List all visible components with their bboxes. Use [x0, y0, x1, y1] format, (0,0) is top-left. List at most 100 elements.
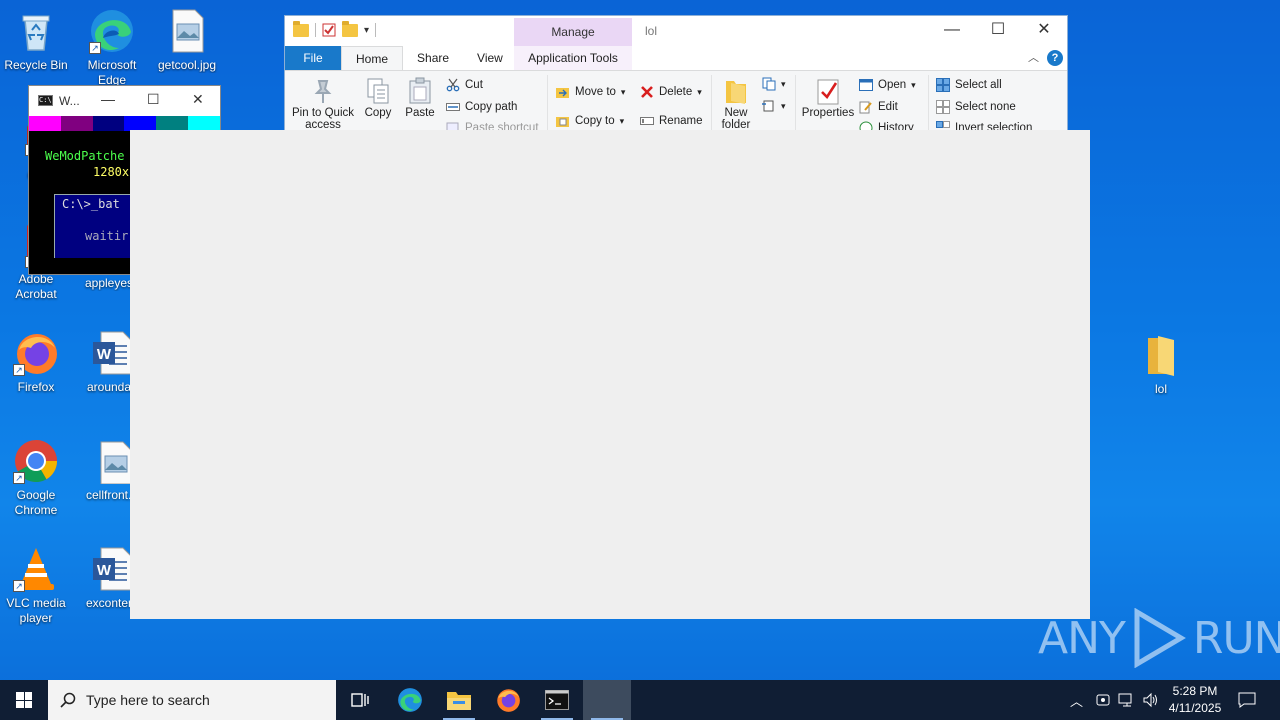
help-icon[interactable]: ?: [1047, 50, 1063, 66]
action-center-button[interactable]: [1238, 680, 1256, 720]
desktop-icon-firefox[interactable]: ↗ Firefox: [0, 330, 72, 395]
taskbar-active-window-button[interactable]: [583, 680, 631, 720]
cmd-title: W...: [59, 94, 80, 108]
taskbar-cmd-button[interactable]: [533, 680, 581, 720]
select-all-button[interactable]: Select all: [936, 78, 1002, 92]
taskbar-clock[interactable]: 5:28 PM 4/11/2025: [1160, 683, 1230, 717]
taskbar-edge-button[interactable]: [386, 680, 434, 720]
copy-to-label: Copy to: [575, 115, 615, 127]
taskbar-search-box[interactable]: Type here to search: [48, 680, 336, 720]
new-folder-label-line1: New: [724, 107, 748, 119]
divider: [315, 23, 316, 37]
network-icon[interactable]: [1118, 680, 1136, 720]
quick-access-toolbar: ▾: [293, 20, 377, 37]
customize-qat-chevron-icon[interactable]: ▾: [364, 25, 369, 36]
desktop-icon-chrome[interactable]: ↗ Google Chrome: [0, 438, 72, 518]
maximize-button[interactable]: ☐: [147, 91, 160, 108]
svg-text:W: W: [97, 562, 112, 579]
vlc-icon: ↗: [13, 546, 59, 592]
anyrun-watermark: ANY RUN: [1038, 608, 1280, 668]
delete-button[interactable]: Delete ▾: [640, 85, 702, 99]
close-button[interactable]: ✕: [192, 91, 204, 108]
image-file-icon: [89, 438, 135, 485]
cmd-status: waitir: [85, 229, 129, 243]
show-hidden-icons-button[interactable]: ︿: [1070, 680, 1083, 720]
properties-label: Properties: [801, 107, 855, 119]
palette-swatch: [60, 116, 93, 131]
tab-view[interactable]: View: [463, 46, 517, 70]
chevron-down-icon: ▾: [911, 79, 916, 90]
chevron-down-icon: ▾: [619, 115, 625, 126]
cut-button[interactable]: Cut: [446, 78, 483, 92]
chevron-down-icon: ▾: [697, 86, 702, 97]
rename-button[interactable]: Rename: [640, 114, 702, 128]
copy-path-button[interactable]: Copy path: [446, 100, 517, 114]
divider: [928, 75, 929, 130]
desktop-icon-recycle-bin[interactable]: Recycle Bin: [0, 8, 72, 73]
properties-icon: [815, 77, 841, 105]
edit-button[interactable]: Edit: [859, 100, 898, 114]
chevron-up-icon: ︿: [1070, 693, 1084, 709]
copy-path-icon: [446, 100, 460, 114]
desktop-icon-getcool[interactable]: getcool.jpg: [151, 8, 223, 73]
divider: [375, 23, 377, 37]
paste-button[interactable]: Paste: [387, 75, 453, 119]
minimize-button[interactable]: —: [101, 91, 115, 107]
invert-selection-label: Invert selection: [955, 122, 1033, 130]
tab-home[interactable]: Home: [341, 46, 404, 70]
desktop-icon-vlc[interactable]: ↗ VLC media player: [0, 546, 72, 626]
edit-pencil-icon: [859, 100, 873, 114]
svg-text:W: W: [97, 346, 112, 363]
desktop-icon-edge[interactable]: ↗ Microsoft Edge: [76, 8, 148, 88]
tab-share[interactable]: Share: [403, 46, 463, 70]
cmd-icon: C:\: [38, 95, 53, 106]
properties-button[interactable]: Properties: [795, 75, 861, 119]
select-none-button[interactable]: Select none: [936, 100, 1016, 114]
cmd-titlebar[interactable]: C:\ W... — ☐ ✕: [29, 86, 220, 116]
easy-access-button[interactable]: ▾: [762, 99, 786, 113]
maximize-button[interactable]: ☐: [975, 16, 1021, 46]
file-explorer-window[interactable]: ▾ Manage lol — ☐ ✕ File Home Share View …: [284, 15, 1068, 131]
clock-time: 5:28 PM: [1172, 684, 1218, 698]
paste-shortcut-button[interactable]: Paste shortcut: [446, 121, 539, 130]
taskbar-file-explorer-button[interactable]: [435, 680, 483, 720]
window-title: lol: [645, 24, 658, 38]
copy-to-button[interactable]: Copy to ▾: [556, 114, 624, 128]
cmd-prompt: C:\>_bat: [62, 197, 120, 211]
firefox-icon: ↗: [13, 330, 59, 376]
move-to-button[interactable]: Move to ▾: [556, 85, 625, 99]
new-item-button[interactable]: ▾: [762, 77, 786, 91]
paste-label: Paste: [405, 107, 435, 119]
invert-selection-icon: [936, 121, 950, 130]
open-button[interactable]: Open ▾: [859, 78, 916, 92]
new-folder-button[interactable]: New folder: [703, 75, 769, 130]
move-to-label: Move to: [575, 86, 616, 98]
palette-swatch: [29, 116, 61, 131]
invert-selection-button[interactable]: Invert selection: [936, 121, 1032, 130]
desktop-icon-label: VLC media player: [6, 596, 66, 625]
history-button[interactable]: History: [859, 121, 914, 130]
blank-window-overlay: [130, 130, 1090, 619]
volume-icon[interactable]: [1142, 680, 1160, 720]
select-all-label: Select all: [955, 79, 1002, 91]
firefox-icon: [497, 689, 520, 712]
explorer-titlebar[interactable]: ▾ Manage lol — ☐ ✕: [285, 16, 1067, 46]
tab-file[interactable]: File: [285, 46, 341, 70]
new-folder-label-line2: folder: [721, 119, 751, 130]
new-folder-icon[interactable]: [342, 20, 358, 37]
tab-application-tools[interactable]: Application Tools: [514, 46, 632, 70]
properties-check-icon[interactable]: [322, 23, 336, 37]
minimize-button[interactable]: —: [929, 16, 975, 46]
start-button[interactable]: [0, 680, 48, 720]
desktop-icon-lol-folder[interactable]: lol: [1125, 332, 1197, 397]
collapse-ribbon-icon[interactable]: ︿: [1028, 49, 1039, 65]
taskbar-firefox-button[interactable]: [484, 680, 532, 720]
notification-icon: [1238, 692, 1256, 708]
scissors-icon: [446, 78, 460, 92]
meet-now-icon[interactable]: [1095, 680, 1111, 720]
close-button[interactable]: ✕: [1021, 16, 1067, 46]
word-document-icon: W: [89, 330, 135, 376]
select-none-icon: [936, 100, 950, 114]
watermark-text-left: ANY: [1038, 612, 1126, 664]
task-view-button[interactable]: [336, 680, 384, 720]
